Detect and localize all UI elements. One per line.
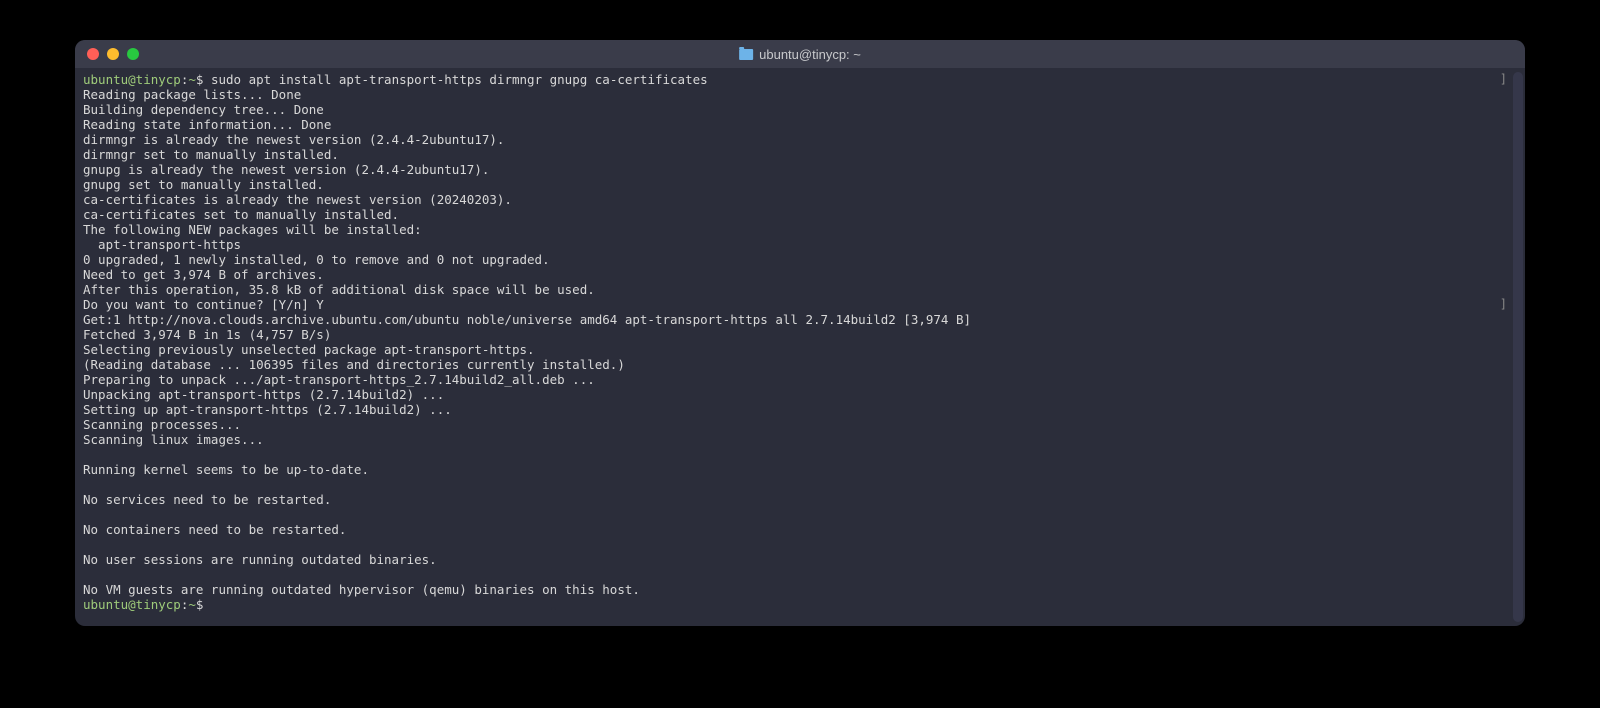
prompt-symbol: $ bbox=[196, 72, 204, 87]
traffic-lights bbox=[87, 48, 139, 60]
output-line: Running kernel seems to be up-to-date. bbox=[83, 462, 1517, 477]
prompt-line: ubuntu@tinycp:~$ bbox=[83, 597, 1517, 612]
output-line: Get:1 http://nova.clouds.archive.ubuntu.… bbox=[83, 312, 1517, 327]
maximize-icon[interactable] bbox=[127, 48, 139, 60]
prompt: ubuntu@tinycp:~$ bbox=[83, 72, 203, 87]
scrollbar[interactable] bbox=[1513, 72, 1523, 622]
right-marker: ] bbox=[1500, 72, 1507, 87]
prompt-userhost: ubuntu@tinycp bbox=[83, 72, 181, 87]
output-line: Unpacking apt-transport-https (2.7.14bui… bbox=[83, 387, 1517, 402]
output-line: Do you want to continue? [Y/n] Y bbox=[83, 297, 1517, 312]
output-line: Reading state information... Done bbox=[83, 117, 1517, 132]
output-line bbox=[83, 507, 1517, 522]
output-line: Need to get 3,974 B of archives. bbox=[83, 267, 1517, 282]
output-line: Selecting previously unselected package … bbox=[83, 342, 1517, 357]
output-line: The following NEW packages will be insta… bbox=[83, 222, 1517, 237]
output-line: Preparing to unpack .../apt-transport-ht… bbox=[83, 372, 1517, 387]
prompt-path: ~ bbox=[188, 72, 196, 87]
prompt-line: ubuntu@tinycp:~$ sudo apt install apt-tr… bbox=[83, 72, 1517, 87]
prompt: ubuntu@tinycp:~$ bbox=[83, 597, 203, 612]
title-bar: ubuntu@tinycp: ~ bbox=[75, 40, 1525, 68]
output-line: Setting up apt-transport-https (2.7.14bu… bbox=[83, 402, 1517, 417]
output-line: dirmngr is already the newest version (2… bbox=[83, 132, 1517, 147]
prompt-path: ~ bbox=[188, 597, 196, 612]
output-line: No containers need to be restarted. bbox=[83, 522, 1517, 537]
output-line bbox=[83, 537, 1517, 552]
output-line bbox=[83, 447, 1517, 462]
output-line: gnupg is already the newest version (2.4… bbox=[83, 162, 1517, 177]
output-line: Scanning processes... bbox=[83, 417, 1517, 432]
output-line: 0 upgraded, 1 newly installed, 0 to remo… bbox=[83, 252, 1517, 267]
output-line bbox=[83, 477, 1517, 492]
output-line: ca-certificates is already the newest ve… bbox=[83, 192, 1517, 207]
output-line: apt-transport-https bbox=[83, 237, 1517, 252]
output-line: Building dependency tree... Done bbox=[83, 102, 1517, 117]
minimize-icon[interactable] bbox=[107, 48, 119, 60]
output-line: gnupg set to manually installed. bbox=[83, 177, 1517, 192]
output-line: Fetched 3,974 B in 1s (4,757 B/s) bbox=[83, 327, 1517, 342]
output-line: Scanning linux images... bbox=[83, 432, 1517, 447]
command-text: sudo apt install apt-transport-https dir… bbox=[211, 72, 708, 87]
output-line: No VM guests are running outdated hyperv… bbox=[83, 582, 1517, 597]
window-title: ubuntu@tinycp: ~ bbox=[739, 47, 861, 62]
output-line: No services need to be restarted. bbox=[83, 492, 1517, 507]
output-line: Reading package lists... Done bbox=[83, 87, 1517, 102]
output-line bbox=[83, 567, 1517, 582]
prompt-symbol: $ bbox=[196, 597, 204, 612]
terminal-window: ubuntu@tinycp: ~ ] ] ubuntu@tinycp:~$ su… bbox=[75, 40, 1525, 626]
output-line: After this operation, 35.8 kB of additio… bbox=[83, 282, 1517, 297]
window-title-text: ubuntu@tinycp: ~ bbox=[759, 47, 861, 62]
right-marker: ] bbox=[1500, 297, 1507, 312]
terminal-body[interactable]: ] ] ubuntu@tinycp:~$ sudo apt install ap… bbox=[75, 68, 1525, 626]
output-line: (Reading database ... 106395 files and d… bbox=[83, 357, 1517, 372]
prompt-userhost: ubuntu@tinycp bbox=[83, 597, 181, 612]
folder-icon bbox=[739, 49, 753, 60]
output-line: No user sessions are running outdated bi… bbox=[83, 552, 1517, 567]
close-icon[interactable] bbox=[87, 48, 99, 60]
output-line: ca-certificates set to manually installe… bbox=[83, 207, 1517, 222]
output-line: dirmngr set to manually installed. bbox=[83, 147, 1517, 162]
